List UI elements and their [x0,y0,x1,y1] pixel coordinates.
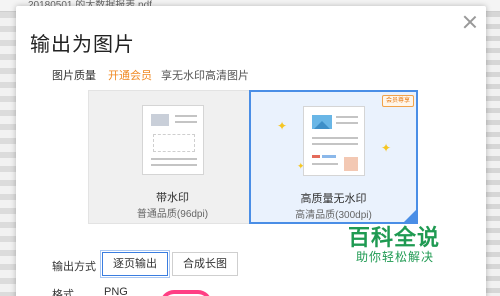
card-subtitle: 普通品质(96dpi) [136,209,209,220]
background-document-left [0,12,16,296]
close-icon[interactable] [462,14,478,30]
watermark-subtitle: 助你轻松解决 [356,250,435,264]
vip-badge: 会员尊享 [381,95,414,107]
sparkle-icon: ✦ [277,119,288,133]
vip-link[interactable]: 开通会员 [108,67,152,83]
hd-document-icon [302,106,365,176]
format-label: 格式 [52,289,74,296]
output-method-label: 输出方式 [52,261,96,273]
dialog-title: 输出为图片 [30,34,135,56]
format-select[interactable]: PNG [104,286,128,296]
background-document-right [486,12,500,296]
quality-option-watermark[interactable]: 带水印 普通品质(96dpi) [88,90,257,224]
heart-decoration-icon [160,290,212,296]
vip-description: 享无水印高清图片 [161,70,249,82]
watermark-document-icon [141,105,204,175]
merge-long-image-button[interactable]: 合成长图 [172,252,238,276]
quality-label: 图片质量 [52,70,96,82]
quality-option-hd[interactable]: 会员尊享 ✦ ✦ ✦ 高质量无水印 高清品质(300dpi) [249,90,418,224]
card-subtitle: 高清品质(300dpi) [295,210,372,221]
sparkle-icon: ✦ [381,141,392,155]
per-page-output-button[interactable]: 逐页输出 [100,250,170,278]
card-name: 高质量无水印 [300,193,367,205]
card-name: 带水印 [156,192,189,204]
